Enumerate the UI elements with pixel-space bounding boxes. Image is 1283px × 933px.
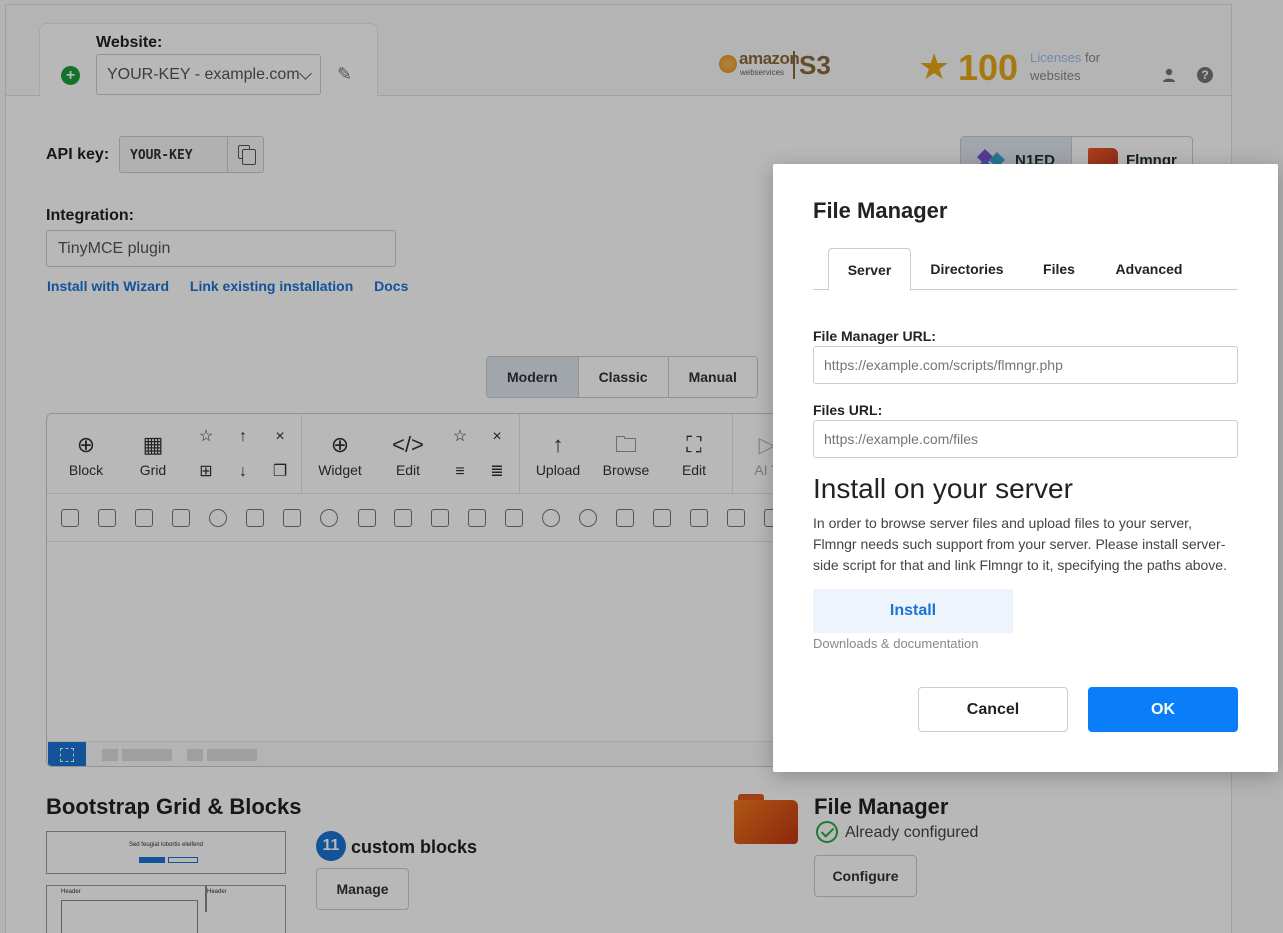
tab-directories[interactable]: Directories	[921, 248, 1013, 290]
dialog-title: File Manager	[813, 198, 948, 223]
file-manager-dialog: File Manager Server Directories Files Ad…	[773, 164, 1278, 772]
tab-files[interactable]: Files	[1031, 248, 1087, 290]
ok-button[interactable]: OK	[1088, 687, 1238, 732]
install-subtitle: Downloads & documentation	[813, 636, 979, 651]
file-manager-url-input[interactable]	[813, 346, 1238, 384]
tab-advanced[interactable]: Advanced	[1105, 248, 1193, 290]
files-url-label: Files URL:	[813, 402, 883, 418]
tab-server[interactable]: Server	[828, 248, 911, 291]
install-heading: Install on your server	[813, 473, 1073, 504]
install-button[interactable]: Install	[813, 589, 1013, 633]
file-manager-url-label: File Manager URL:	[813, 328, 936, 344]
install-description: In order to browse server files and uplo…	[813, 515, 1227, 573]
dialog-tabs: Server Directories Files Advanced	[813, 248, 1238, 291]
cancel-button[interactable]: Cancel	[918, 687, 1068, 732]
files-url-input[interactable]	[813, 420, 1238, 458]
